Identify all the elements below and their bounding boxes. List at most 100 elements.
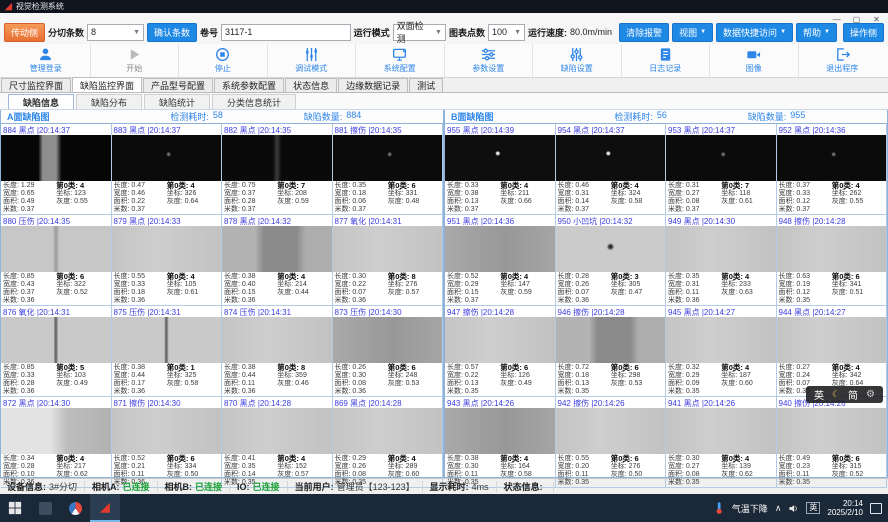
- toolbar-button-image[interactable]: 图像: [710, 44, 799, 77]
- toolbar-button-login[interactable]: 管理登录: [2, 44, 91, 77]
- defect-cell-873[interactable]: 873 压伤 |20:14:30 长度: 0.26 宽度: 0.30 面积: 0…: [333, 306, 444, 397]
- start-button[interactable]: [0, 494, 30, 522]
- defect-cell-874[interactable]: 874 压伤 |20:14:31 长度: 0.38 宽度: 0.44 面积: 0…: [222, 306, 333, 397]
- defect-image[interactable]: [333, 408, 443, 454]
- defect-image[interactable]: [777, 317, 887, 363]
- defect-image[interactable]: [333, 135, 443, 181]
- clear-alarm-button[interactable]: 清除报警: [619, 23, 669, 42]
- defect-image[interactable]: [445, 317, 555, 363]
- slit-count-select[interactable]: 8▼: [87, 24, 144, 41]
- defect-image[interactable]: [556, 226, 666, 272]
- defect-cell-879[interactable]: 879 黑点 |20:14:33 长度: 0.55 宽度: 0.33 面积: 0…: [112, 215, 223, 306]
- defect-cell-941[interactable]: 941 黑点 |20:14:26 长度: 0.30 宽度: 0.27 面积: 0…: [666, 397, 777, 488]
- defect-cell-875[interactable]: 875 压伤 |20:14:31 长度: 0.38 宽度: 0.44 面积: 0…: [112, 306, 223, 397]
- taskbar-app-2[interactable]: [60, 494, 90, 522]
- minimize-button[interactable]: —: [828, 14, 845, 24]
- main-tab-2[interactable]: 产品型号配置: [143, 78, 213, 92]
- defect-image[interactable]: [1, 317, 111, 363]
- defect-cell-882[interactable]: 882 黑点 |20:14:35 长度: 0.75 宽度: 0.37 面积: 0…: [222, 124, 333, 215]
- defect-cell-883[interactable]: 883 黑点 |20:14:37 长度: 0.47 宽度: 0.46 面积: 0…: [112, 124, 223, 215]
- defect-image[interactable]: [777, 226, 887, 272]
- defect-image[interactable]: [112, 408, 222, 454]
- main-tab-6[interactable]: 测试: [409, 78, 443, 92]
- defect-cell-945[interactable]: 945 黑点 |20:14:27 长度: 0.32 宽度: 0.29 面积: 0…: [666, 306, 777, 397]
- defect-image[interactable]: [222, 135, 332, 181]
- speaker-icon[interactable]: [788, 503, 799, 514]
- defect-cell-954[interactable]: 954 黑点 |20:14:37 长度: 0.46 宽度: 0.31 面积: 0…: [556, 124, 667, 215]
- sub-tab-0[interactable]: 缺陷信息: [8, 94, 74, 109]
- taskbar-clock[interactable]: 20:14 2025/2/10: [827, 499, 863, 517]
- defect-cell-940[interactable]: 940 擦伤 |20:14:26 长度: 0.49 宽度: 0.23 面积: 0…: [777, 397, 888, 488]
- toolbar-button-exit[interactable]: 退出程序: [799, 44, 887, 77]
- toolbar-button-start[interactable]: 开始: [91, 44, 180, 77]
- taskbar-app-1[interactable]: [30, 494, 60, 522]
- defect-image[interactable]: [333, 226, 443, 272]
- tray-expand-icon[interactable]: ∧: [775, 503, 782, 514]
- thermometer-icon[interactable]: [713, 501, 725, 515]
- defect-cell-877[interactable]: 877 氧化 |20:14:31 长度: 0.30 宽度: 0.22 面积: 0…: [333, 215, 444, 306]
- language-indicator[interactable]: 英: [806, 502, 820, 514]
- defect-image[interactable]: [666, 135, 776, 181]
- toolbar-button-defect-config[interactable]: 缺陷设置: [533, 44, 622, 77]
- gear-icon[interactable]: ⚙: [866, 389, 875, 400]
- sub-tab-1[interactable]: 缺陷分布: [76, 94, 142, 109]
- defect-image[interactable]: [666, 317, 776, 363]
- defect-cell-944[interactable]: 944 黑点 |20:14:27 长度: 0.27 宽度: 0.24 面积: 0…: [777, 306, 888, 397]
- defect-image[interactable]: [556, 408, 666, 454]
- data-shortcut-menu-button[interactable]: 数据快捷访问▼: [716, 23, 793, 42]
- roll-no-input[interactable]: 3117-1: [221, 24, 351, 41]
- ime-english-button[interactable]: 英: [814, 387, 824, 402]
- defect-cell-953[interactable]: 953 黑点 |20:14:37 长度: 0.31 宽度: 0.27 面积: 0…: [666, 124, 777, 215]
- toolbar-button-log[interactable]: 日志记录: [622, 44, 711, 77]
- taskbar-app-inspection[interactable]: ◢: [90, 494, 120, 522]
- defect-cell-947[interactable]: 947 擦伤 |20:14:28 长度: 0.57 宽度: 0.22 面积: 0…: [445, 306, 556, 397]
- defect-image[interactable]: [333, 317, 443, 363]
- toolbar-button-param-config[interactable]: 参数设置: [445, 44, 534, 77]
- toolbar-button-stop[interactable]: 停止: [179, 44, 268, 77]
- sub-tab-2[interactable]: 缺陷统计: [144, 94, 210, 109]
- close-button[interactable]: ✕: [868, 14, 885, 24]
- chart-points-select[interactable]: 100▼: [488, 24, 525, 41]
- defect-cell-950[interactable]: 950 小凹坑 |20:14:32 长度: 0.28 宽度: 0.26 面积: …: [556, 215, 667, 306]
- defect-image[interactable]: [1, 135, 111, 181]
- defect-cell-870[interactable]: 870 黑点 |20:14:28 长度: 0.41 宽度: 0.35 面积: 0…: [222, 397, 333, 488]
- defect-image[interactable]: [222, 408, 332, 454]
- defect-cell-951[interactable]: 951 黑点 |20:14:36 长度: 0.52 宽度: 0.29 面积: 0…: [445, 215, 556, 306]
- main-tab-3[interactable]: 系统参数配置: [214, 78, 284, 92]
- maximize-button[interactable]: ▢: [848, 14, 865, 24]
- defect-image[interactable]: [777, 135, 887, 181]
- action-center-icon[interactable]: [870, 503, 882, 514]
- defect-image[interactable]: [777, 408, 887, 454]
- defect-image[interactable]: [222, 317, 332, 363]
- defect-cell-878[interactable]: 878 黑点 |20:14:32 长度: 0.38 宽度: 0.40 面积: 0…: [222, 215, 333, 306]
- defect-image[interactable]: [112, 135, 222, 181]
- defect-image[interactable]: [556, 317, 666, 363]
- drive-side-button[interactable]: 传动侧: [4, 23, 45, 42]
- defect-image[interactable]: [112, 226, 222, 272]
- defect-cell-872[interactable]: 872 黑点 |20:14:30 长度: 0.34 宽度: 0.28 面积: 0…: [1, 397, 112, 488]
- defect-cell-949[interactable]: 949 黑点 |20:14:30 长度: 0.35 宽度: 0.31 面积: 0…: [666, 215, 777, 306]
- defect-image[interactable]: [445, 135, 555, 181]
- defect-cell-871[interactable]: 871 擦伤 |20:14:30 长度: 0.52 宽度: 0.21 面积: 0…: [112, 397, 223, 488]
- main-tab-4[interactable]: 状态信息: [285, 78, 337, 92]
- defect-image[interactable]: [666, 408, 776, 454]
- defect-cell-884[interactable]: 884 黑点 |20:14:37 长度: 1.29 宽度: 0.65 面积: 0…: [1, 124, 112, 215]
- main-tab-1[interactable]: 缺陷监控界面: [72, 77, 142, 92]
- defect-cell-952[interactable]: 952 黑点 |20:14:36 长度: 0.37 宽度: 0.33 面积: 0…: [777, 124, 888, 215]
- defect-cell-869[interactable]: 869 黑点 |20:14:28 长度: 0.29 宽度: 0.26 面积: 0…: [333, 397, 444, 488]
- defect-image[interactable]: [445, 226, 555, 272]
- defect-cell-948[interactable]: 948 擦伤 |20:14:28 长度: 0.63 宽度: 0.19 面积: 0…: [777, 215, 888, 306]
- defect-image[interactable]: [222, 226, 332, 272]
- defect-cell-881[interactable]: 881 擦伤 |20:14:35 长度: 0.35 宽度: 0.18 面积: 0…: [333, 124, 444, 215]
- confirm-count-button[interactable]: 确认条数: [147, 23, 197, 42]
- view-menu-button[interactable]: 视图▼: [672, 23, 713, 42]
- defect-image[interactable]: [666, 226, 776, 272]
- defect-cell-943[interactable]: 943 黑点 |20:14:26 长度: 0.38 宽度: 0.30 面积: 0…: [445, 397, 556, 488]
- defect-cell-876[interactable]: 876 氧化 |20:14:31 长度: 0.85 宽度: 0.33 面积: 0…: [1, 306, 112, 397]
- main-tab-0[interactable]: 尺寸监控界面: [1, 78, 71, 92]
- defect-image[interactable]: [1, 226, 111, 272]
- toolbar-button-debug-mode[interactable]: 调试模式: [268, 44, 357, 77]
- ime-simplified-button[interactable]: 简: [848, 387, 858, 402]
- main-tab-5[interactable]: 边缘数据记录: [338, 78, 408, 92]
- help-menu-button[interactable]: 帮助▼: [796, 23, 837, 42]
